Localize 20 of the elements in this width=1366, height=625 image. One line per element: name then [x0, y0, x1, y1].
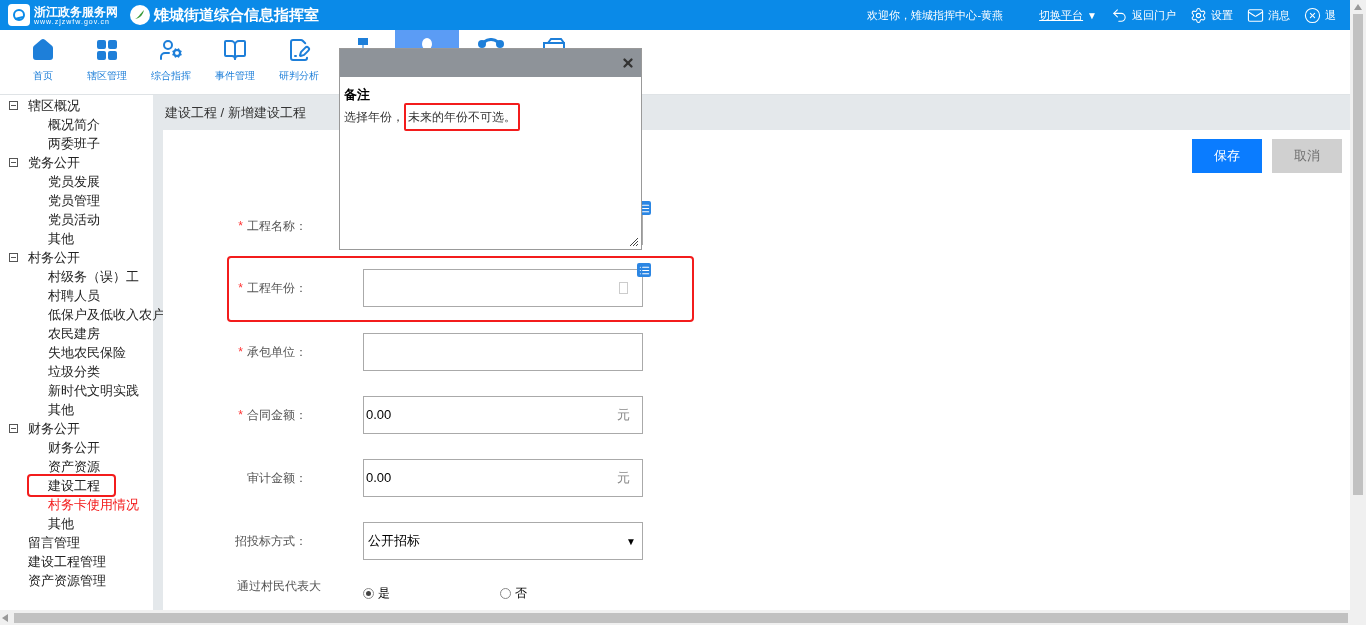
field-label: 审计金额：: [247, 470, 307, 487]
field-label: 通过村民代表大: [237, 578, 321, 595]
field-label: 工程名称：: [247, 218, 307, 235]
field-label: 工程年份：: [247, 280, 307, 297]
required-asterisk: *: [238, 344, 243, 361]
portal-name: 浙江政务服务网: [34, 5, 118, 18]
required-asterisk: *: [238, 280, 243, 297]
unit-label: 元: [617, 406, 630, 425]
field-label: 合同金额：: [247, 407, 307, 424]
field-label: 承包单位：: [247, 344, 307, 361]
note-text: 选择年份， 未来的年份不可选。: [344, 103, 520, 131]
field-label: 招投标方式：: [235, 533, 307, 550]
system-title: 雉城街道综合信息指挥室: [154, 4, 319, 25]
caret-icon: ▼: [626, 533, 636, 549]
breadcrumb: 建设工程 / 新增建设工程: [165, 103, 306, 122]
welcome-text: 欢迎你，雉城指挥中心-黄燕: [867, 7, 1004, 23]
popup-title: 备注: [344, 87, 370, 103]
required-asterisk: *: [238, 218, 243, 235]
unit-label: 元: [617, 469, 630, 488]
required-asterisk: *: [238, 407, 243, 424]
